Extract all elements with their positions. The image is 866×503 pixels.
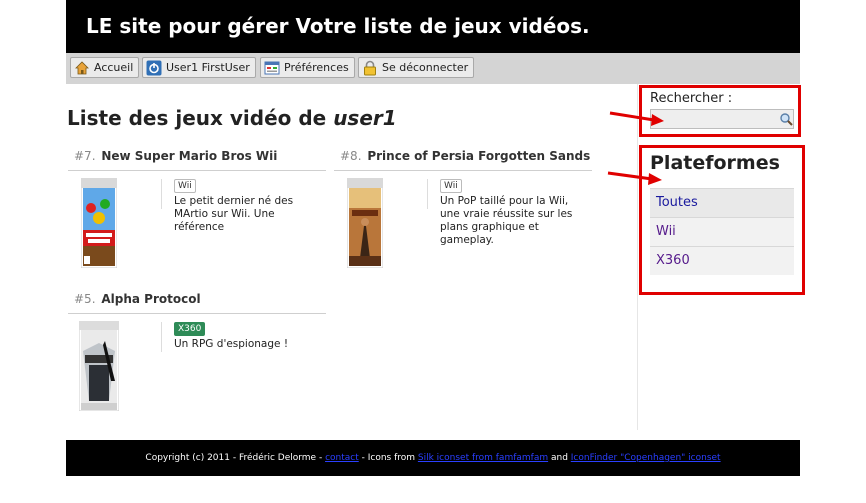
game-title-link[interactable]: Alpha Protocol	[101, 292, 200, 306]
game-cover-alpha[interactable]	[78, 320, 120, 412]
game-card: #7. New Super Mario Bros Wii Wii Le peti…	[68, 149, 326, 274]
site-title: LE site pour gérer Votre liste de jeux v…	[86, 14, 590, 38]
game-cover-prince[interactable]	[346, 177, 384, 269]
game-description: Wii Un PoP taillé pour la Wii, une vraie…	[440, 179, 590, 247]
page-title: Liste des jeux vidéo de user1	[67, 106, 397, 130]
game-rank: #5.	[74, 292, 96, 306]
lock-icon	[362, 60, 378, 76]
divider	[161, 322, 162, 352]
site-header: LE site pour gérer Votre liste de jeux v…	[66, 0, 800, 53]
game-description-text: Le petit dernier né des MArtio sur Wii. …	[174, 195, 294, 233]
footer-copyright: Copyright (c) 2011 - Frédéric Delorme -	[145, 453, 326, 463]
arrow-search-icon	[609, 111, 664, 126]
home-icon	[74, 60, 90, 76]
divider	[161, 179, 162, 209]
nav-user-button[interactable]: User1 FirstUser	[142, 57, 256, 78]
game-header: #7. New Super Mario Bros Wii	[68, 149, 326, 171]
game-description: Wii Le petit dernier né des MArtio sur W…	[174, 179, 324, 234]
game-title-link[interactable]: New Super Mario Bros Wii	[101, 149, 277, 163]
platform-tag: X360	[174, 322, 206, 336]
nav-logout-label: Se déconnecter	[382, 61, 469, 74]
search-input[interactable]	[650, 109, 794, 129]
game-rank: #8.	[340, 149, 362, 163]
search-icon[interactable]	[779, 111, 793, 130]
power-icon	[146, 60, 162, 76]
nav-logout-button[interactable]: Se déconnecter	[358, 57, 475, 78]
game-card: #8. Prince of Persia Forgotten Sands Wii…	[334, 149, 592, 274]
nav-home-label: Accueil	[94, 61, 134, 74]
game-title-link[interactable]: Prince of Persia Forgotten Sands	[367, 149, 590, 163]
footer-and-text: and	[548, 453, 571, 463]
page-title-user: user1	[333, 106, 397, 130]
game-cover-mario[interactable]	[80, 177, 118, 269]
game-header: #5. Alpha Protocol	[68, 292, 326, 314]
platform-tag: Wii	[174, 179, 196, 193]
nav-bar: Accueil User1 FirstUser Préférences Se d…	[66, 53, 800, 84]
game-rank: #7.	[74, 149, 96, 163]
divider	[427, 179, 428, 209]
game-description-text: Un PoP taillé pour la Wii, une vraie réu…	[440, 195, 573, 246]
search-label: Rechercher :	[650, 91, 733, 106]
footer-iconfinder-link[interactable]: IconFinder "Copenhagen" iconset	[571, 453, 721, 463]
footer-icons-text: - Icons from	[358, 453, 418, 463]
nav-preferences-button[interactable]: Préférences	[260, 57, 355, 78]
platforms-panel: Plateformes Toutes Wii X360	[639, 145, 805, 295]
game-card: #5. Alpha Protocol X360 Un RPG d'espiona…	[68, 292, 326, 417]
page-title-prefix: Liste des jeux vidéo de	[67, 106, 334, 130]
footer-silk-link[interactable]: Silk iconset from famfamfam	[418, 453, 548, 463]
nav-user-label: User1 FirstUser	[166, 61, 250, 74]
game-header: #8. Prince of Persia Forgotten Sands	[334, 149, 592, 171]
arrow-platforms-icon	[607, 171, 662, 185]
game-description: X360 Un RPG d'espionage !	[174, 322, 324, 351]
game-description-text: Un RPG d'espionage !	[174, 338, 289, 350]
preferences-icon	[264, 60, 280, 76]
site-footer: Copyright (c) 2011 - Frédéric Delorme - …	[66, 440, 800, 476]
platform-tag: Wii	[440, 179, 462, 193]
nav-preferences-label: Préférences	[284, 61, 349, 74]
platform-item-x360[interactable]: X360	[650, 246, 794, 275]
platform-item-wii[interactable]: Wii	[650, 217, 794, 246]
nav-home-button[interactable]: Accueil	[70, 57, 140, 78]
platform-item-all[interactable]: Toutes	[650, 188, 794, 217]
sidebar-divider	[637, 84, 638, 430]
platform-list: Toutes Wii X360	[650, 188, 794, 275]
footer-contact-link[interactable]: contact	[325, 453, 359, 463]
platforms-title: Plateformes	[650, 152, 780, 174]
